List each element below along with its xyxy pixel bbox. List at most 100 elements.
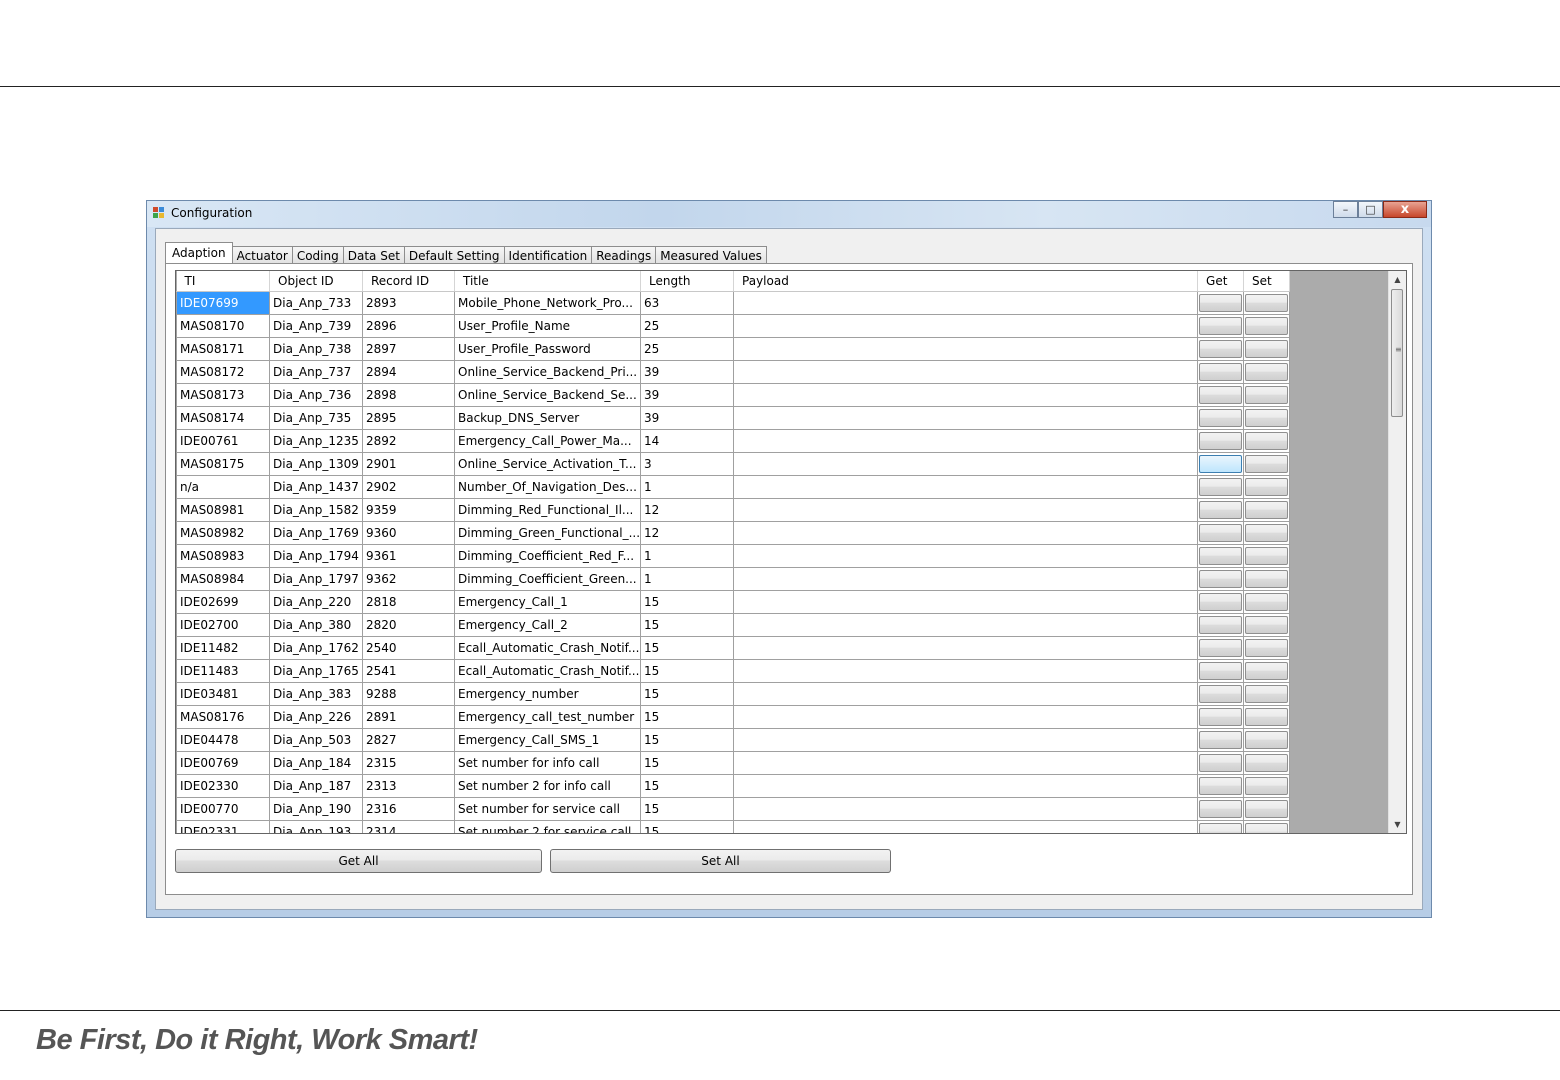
cell-record-id[interactable]: 2818	[362, 590, 455, 614]
cell-title[interactable]: Online_Service_Backend_Se...	[453, 383, 642, 407]
cell-object-id[interactable]: Dia_Anp_190	[269, 797, 363, 821]
table-row[interactable]: IDE02700 Dia_Anp_380 2820 Emergency_Call_2 1…	[176, 613, 1291, 637]
table-row[interactable]: IDE02699 Dia_Anp_220 2818 Emergency_Call_1 1…	[176, 590, 1291, 614]
cell-length[interactable]: 15	[640, 682, 735, 706]
cell-payload[interactable]	[733, 337, 1199, 361]
tab-data-set[interactable]: Data Set	[343, 246, 405, 264]
column-header-get[interactable]: Get	[1197, 271, 1245, 292]
cell-title[interactable]: User_Profile_Name	[453, 314, 642, 338]
table-row[interactable]: MAS08981 Dia_Anp_1582 9359 Dimming_Red_Func…	[176, 498, 1291, 522]
cell-ti[interactable]: MAS08981	[176, 498, 270, 522]
cell-ti[interactable]: IDE02700	[176, 613, 270, 637]
cell-ti[interactable]: MAS08984	[176, 567, 270, 591]
cell-title[interactable]: Backup_DNS_Server	[453, 406, 642, 430]
get-row-button[interactable]	[1199, 340, 1243, 358]
set-row-button[interactable]	[1245, 501, 1289, 519]
cell-object-id[interactable]: Dia_Anp_187	[269, 774, 363, 798]
vertical-scrollbar[interactable]: ▲ ≡ ▼	[1388, 271, 1406, 833]
cell-payload[interactable]	[733, 659, 1199, 683]
cell-payload[interactable]	[733, 774, 1199, 798]
set-row-button[interactable]	[1245, 294, 1289, 312]
table-row[interactable]: IDE04478 Dia_Anp_503 2827 Emergency_Call_SM…	[176, 728, 1291, 752]
cell-title[interactable]: Dimming_Red_Functional_Il...	[453, 498, 642, 522]
set-row-button[interactable]	[1245, 409, 1289, 427]
table-row[interactable]: MAS08174 Dia_Anp_735 2895 Backup_DNS_Server…	[176, 406, 1291, 430]
cell-record-id[interactable]: 2896	[362, 314, 455, 338]
cell-title[interactable]: Set number for info call	[453, 751, 642, 775]
table-row[interactable]: n/a Dia_Anp_1437 2902 Number_Of_Navigation_…	[176, 475, 1291, 499]
cell-title[interactable]: Set number for service call	[453, 797, 642, 821]
cell-record-id[interactable]: 2892	[362, 429, 455, 453]
table-row[interactable]: IDE00769 Dia_Anp_184 2315 Set number for in…	[176, 751, 1291, 775]
cell-length[interactable]: 12	[640, 521, 735, 545]
cell-title[interactable]: User_Profile_Password	[453, 337, 642, 361]
table-row[interactable]: IDE02330 Dia_Anp_187 2313 Set number 2 for …	[176, 774, 1291, 798]
set-row-button[interactable]	[1245, 432, 1289, 450]
get-row-button[interactable]	[1199, 754, 1243, 772]
cell-payload[interactable]	[733, 820, 1199, 833]
cell-record-id[interactable]: 9288	[362, 682, 455, 706]
cell-payload[interactable]	[733, 590, 1199, 614]
set-row-button[interactable]	[1245, 800, 1289, 818]
cell-record-id[interactable]: 2315	[362, 751, 455, 775]
cell-payload[interactable]	[733, 682, 1199, 706]
get-row-button[interactable]	[1199, 685, 1243, 703]
cell-length[interactable]: 39	[640, 383, 735, 407]
cell-ti[interactable]: MAS08173	[176, 383, 270, 407]
column-header-length[interactable]: Length	[640, 271, 735, 292]
get-row-button[interactable]	[1199, 547, 1243, 565]
cell-title[interactable]: Emergency_Call_SMS_1	[453, 728, 642, 752]
cell-length[interactable]: 25	[640, 314, 735, 338]
cell-length[interactable]: 15	[640, 590, 735, 614]
cell-payload[interactable]	[733, 383, 1199, 407]
cell-ti[interactable]: IDE02699	[176, 590, 270, 614]
set-row-button[interactable]	[1245, 823, 1289, 833]
cell-payload[interactable]	[733, 452, 1199, 476]
cell-length[interactable]: 15	[640, 751, 735, 775]
cell-record-id[interactable]: 2893	[362, 291, 455, 315]
cell-title[interactable]: Online_Service_Backend_Pri...	[453, 360, 642, 384]
cell-length[interactable]: 1	[640, 567, 735, 591]
cell-payload[interactable]	[733, 360, 1199, 384]
column-header-ti[interactable]: TI	[176, 271, 270, 292]
set-row-button[interactable]	[1245, 708, 1289, 726]
cell-length[interactable]: 15	[640, 728, 735, 752]
cell-length[interactable]: 15	[640, 613, 735, 637]
cell-title[interactable]: Emergency_Call_Power_Ma...	[453, 429, 642, 453]
tab-actuator[interactable]: Actuator	[232, 246, 293, 264]
cell-object-id[interactable]: Dia_Anp_1769	[269, 521, 363, 545]
cell-record-id[interactable]: 2895	[362, 406, 455, 430]
minimize-button[interactable]: –	[1333, 201, 1358, 218]
cell-ti[interactable]: MAS08170	[176, 314, 270, 338]
get-row-button[interactable]	[1199, 294, 1243, 312]
cell-ti[interactable]: IDE00770	[176, 797, 270, 821]
get-row-button[interactable]	[1199, 524, 1243, 542]
table-row[interactable]: MAS08173 Dia_Anp_736 2898 Online_Service_Ba…	[176, 383, 1291, 407]
cell-title[interactable]: Dimming_Green_Functional_...	[453, 521, 642, 545]
cell-record-id[interactable]: 2894	[362, 360, 455, 384]
cell-length[interactable]: 3	[640, 452, 735, 476]
cell-ti[interactable]: IDE00761	[176, 429, 270, 453]
cell-object-id[interactable]: Dia_Anp_1582	[269, 498, 363, 522]
get-row-button[interactable]	[1199, 432, 1243, 450]
set-row-button[interactable]	[1245, 524, 1289, 542]
cell-object-id[interactable]: Dia_Anp_1797	[269, 567, 363, 591]
table-row[interactable]: IDE07699 Dia_Anp_733 2893 Mobile_Phone_Netw…	[176, 291, 1291, 315]
cell-ti[interactable]: IDE04478	[176, 728, 270, 752]
cell-payload[interactable]	[733, 613, 1199, 637]
table-row[interactable]: IDE02331 Dia_Anp_193 2314 Set number 2 for …	[176, 820, 1291, 833]
cell-record-id[interactable]: 9359	[362, 498, 455, 522]
cell-object-id[interactable]: Dia_Anp_193	[269, 820, 363, 833]
cell-payload[interactable]	[733, 751, 1199, 775]
cell-object-id[interactable]: Dia_Anp_738	[269, 337, 363, 361]
cell-record-id[interactable]: 2827	[362, 728, 455, 752]
get-row-button[interactable]	[1199, 823, 1243, 833]
column-header-set[interactable]: Set	[1243, 271, 1291, 292]
cell-length[interactable]: 15	[640, 820, 735, 833]
maximize-button[interactable]: □	[1358, 201, 1383, 218]
cell-ti[interactable]: IDE07699	[176, 291, 270, 315]
get-row-button[interactable]	[1199, 662, 1243, 680]
cell-ti[interactable]: IDE03481	[176, 682, 270, 706]
cell-record-id[interactable]: 2820	[362, 613, 455, 637]
cell-title[interactable]: Emergency_Call_1	[453, 590, 642, 614]
